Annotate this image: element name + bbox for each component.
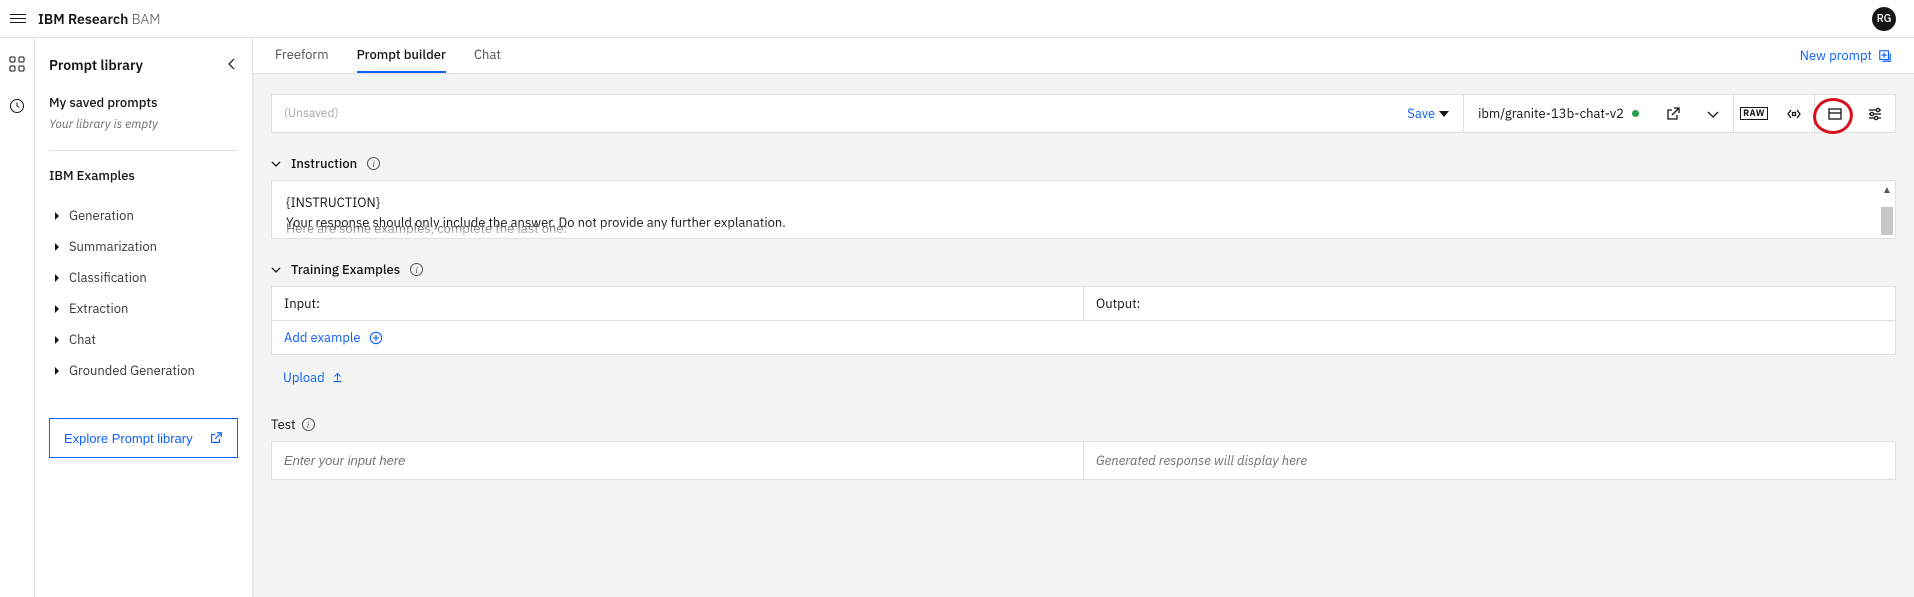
sidebar-divider [49, 150, 238, 151]
top-header: IBM Research BAM RG [0, 0, 1914, 38]
instruction-header[interactable]: Instruction i [271, 155, 1896, 172]
new-prompt-label: New prompt [1800, 47, 1872, 64]
open-external-icon[interactable] [1653, 95, 1693, 132]
explore-library-button[interactable]: Explore Prompt library [49, 418, 238, 458]
sidebar-item-extraction[interactable]: Extraction [49, 293, 238, 324]
sidebar: Prompt library My saved prompts Your lib… [35, 38, 253, 597]
info-icon[interactable]: i [367, 157, 380, 170]
new-prompt-button[interactable]: New prompt [1800, 47, 1892, 64]
add-example-label: Add example [284, 329, 361, 346]
prompt-toolbar: (Unsaved) Save ibm/granite-13b-chat-v2 [271, 94, 1896, 133]
main: Freeform Prompt builder Chat New prompt … [253, 38, 1914, 597]
save-label: Save [1407, 105, 1435, 122]
raw-toggle-button[interactable]: RAW [1734, 95, 1774, 132]
test-input-field[interactable] [284, 453, 1071, 468]
scrollbar[interactable]: ▲ ▼ [1880, 182, 1894, 237]
avatar[interactable]: RG [1872, 7, 1896, 31]
training-examples-header[interactable]: Training Examples i [271, 261, 1896, 278]
sidebar-title: Prompt library [49, 56, 143, 74]
info-icon[interactable]: i [302, 418, 315, 431]
icon-rail [0, 38, 35, 597]
code-icon[interactable] [1774, 95, 1814, 132]
sidebar-item-label: Summarization [69, 238, 157, 255]
ibm-examples-heading: IBM Examples [49, 167, 238, 184]
tabbar: Freeform Prompt builder Chat New prompt [253, 38, 1914, 74]
sidebar-item-chat[interactable]: Chat [49, 324, 238, 355]
model-dropdown-icon[interactable] [1693, 95, 1733, 132]
example-list: Generation Summarization Classification … [49, 200, 238, 386]
info-icon[interactable]: i [410, 263, 423, 276]
training-output-header: Output: [1083, 287, 1895, 320]
sidebar-item-label: Classification [69, 269, 147, 286]
apps-icon[interactable] [9, 56, 25, 76]
sidebar-item-grounded-generation[interactable]: Grounded Generation [49, 355, 238, 386]
saved-prompts-heading: My saved prompts [49, 94, 238, 111]
settings-icon[interactable] [1855, 95, 1895, 132]
tab-chat[interactable]: Chat [474, 38, 501, 73]
upload-button[interactable]: Upload [283, 369, 344, 386]
sidebar-item-label: Extraction [69, 300, 128, 317]
upload-label: Upload [283, 369, 325, 386]
brand-bold: IBM Research [38, 10, 128, 28]
training-examples-title: Training Examples [291, 261, 400, 278]
brand-label: IBM Research BAM [38, 10, 161, 28]
training-input-header: Input: [272, 287, 1083, 320]
sidebar-item-label: Chat [69, 331, 96, 348]
menu-icon[interactable] [10, 14, 26, 23]
training-examples-table: Input: Output: Add example [271, 286, 1896, 355]
sidebar-item-label: Generation [69, 207, 134, 224]
explore-library-label: Explore Prompt library [64, 431, 193, 446]
scroll-up-icon[interactable]: ▲ [1882, 182, 1892, 197]
raw-label: RAW [1740, 107, 1768, 120]
test-header: Test i [271, 416, 1896, 433]
sidebar-item-classification[interactable]: Classification [49, 262, 238, 293]
sidebar-item-summarization[interactable]: Summarization [49, 231, 238, 262]
model-selector[interactable]: ibm/granite-13b-chat-v2 [1464, 105, 1653, 122]
add-example-button[interactable]: Add example [272, 321, 1895, 354]
status-dot-icon [1632, 110, 1639, 117]
test-grid: Generated response will display here [271, 441, 1896, 480]
prompt-name-label: (Unsaved) [272, 106, 1393, 121]
save-button[interactable]: Save [1393, 105, 1463, 122]
instruction-textarea[interactable]: {INSTRUCTION} Your response should only … [271, 180, 1896, 239]
format-icon[interactable] [1815, 95, 1855, 132]
test-title: Test [271, 416, 296, 433]
test-output-placeholder: Generated response will display here [1096, 452, 1883, 469]
saved-prompts-empty: Your library is empty [49, 117, 238, 132]
sidebar-item-label: Grounded Generation [69, 362, 195, 379]
history-icon[interactable] [9, 98, 25, 118]
collapse-sidebar-button[interactable] [226, 57, 238, 74]
brand-thin: BAM [128, 10, 160, 28]
tab-prompt-builder[interactable]: Prompt builder [357, 38, 446, 73]
instruction-title: Instruction [291, 155, 357, 172]
model-name-label: ibm/granite-13b-chat-v2 [1478, 105, 1624, 122]
instruction-line1: {INSTRUCTION} [286, 193, 1881, 213]
tab-freeform[interactable]: Freeform [275, 38, 329, 73]
top-header-left: IBM Research BAM [10, 10, 161, 28]
sidebar-item-generation[interactable]: Generation [49, 200, 238, 231]
